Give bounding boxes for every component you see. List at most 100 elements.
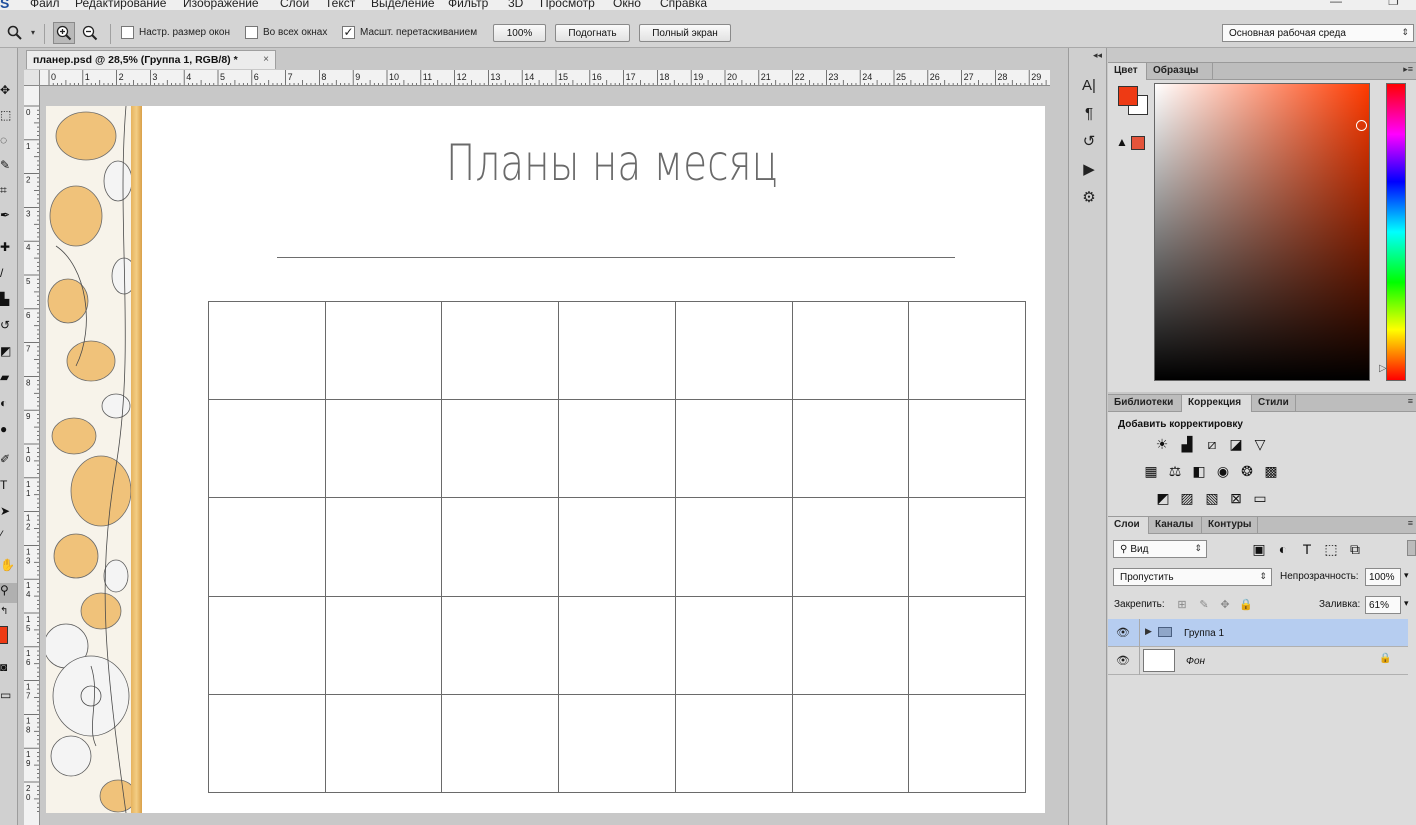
eyedropper-icon[interactable]: ✒ bbox=[0, 208, 17, 228]
channel-mixer-icon[interactable]: ❂ bbox=[1239, 463, 1255, 479]
menu-edit[interactable]: Редактирование bbox=[75, 0, 166, 10]
restore-icon[interactable]: ❐ bbox=[1388, 0, 1399, 8]
levels-icon[interactable]: ▟ bbox=[1179, 436, 1195, 452]
lasso-tool-icon[interactable]: ◌ bbox=[0, 133, 17, 153]
filter-smart-object-icon[interactable]: ⧉ bbox=[1347, 541, 1363, 557]
clone-stamp-icon[interactable]: ▙ bbox=[0, 292, 17, 312]
blur-tool-icon[interactable]: ◐ bbox=[0, 396, 17, 416]
zoom-in-icon[interactable] bbox=[53, 22, 75, 44]
menu-file[interactable]: Файл bbox=[30, 0, 60, 10]
properties-panel-icon[interactable]: ⚙ bbox=[1079, 188, 1099, 208]
color-balance-icon[interactable]: ⚖ bbox=[1167, 463, 1183, 479]
tab-layers[interactable]: Слои bbox=[1108, 517, 1149, 534]
menu-help[interactable]: Справка bbox=[660, 0, 707, 10]
menu-select[interactable]: Выделение bbox=[371, 0, 435, 10]
ruler-horizontal[interactable]: 0 1 2 3 4 5 6 7 8 9 10 11 12 13 14 15 16 17 18 19 20 21 22 23 24… bbox=[40, 70, 1050, 86]
foreground-color-swatch-panel[interactable] bbox=[1118, 86, 1138, 106]
tab-paths[interactable]: Контуры bbox=[1202, 517, 1258, 534]
crop-tool-icon[interactable]: ⌗ bbox=[0, 183, 17, 203]
gradient-map-icon[interactable]: ▭ bbox=[1252, 490, 1268, 506]
lock-transparent-icon[interactable]: ⊞ bbox=[1174, 597, 1190, 613]
hand-tool-icon[interactable]: ✋ bbox=[0, 558, 17, 578]
ruler-vertical[interactable]: 01234567891011121314151617181920 bbox=[24, 86, 40, 825]
menu-type[interactable]: Текст bbox=[325, 0, 355, 10]
tab-channels[interactable]: Каналы bbox=[1149, 517, 1202, 534]
opacity-dropdown-icon[interactable]: ▾ bbox=[1404, 570, 1409, 581]
tab-styles[interactable]: Стили bbox=[1252, 395, 1296, 412]
foreground-color-swatch[interactable] bbox=[0, 626, 8, 644]
hue-slider[interactable] bbox=[1386, 83, 1406, 381]
gradient-tool-icon[interactable]: ▰ bbox=[0, 370, 17, 390]
opacity-input[interactable]: 100% bbox=[1365, 568, 1401, 586]
layer-name[interactable]: Группа 1 bbox=[1184, 628, 1224, 639]
tab-libraries[interactable]: Библиотеки bbox=[1108, 395, 1182, 412]
visibility-eye-icon[interactable]: 👁 bbox=[1116, 626, 1130, 639]
fill-dropdown-icon[interactable]: ▾ bbox=[1404, 598, 1409, 609]
blend-mode-select[interactable]: Пропустить ⇕ bbox=[1113, 568, 1272, 586]
quick-select-icon[interactable]: ✎ bbox=[0, 158, 17, 178]
menu-view[interactable]: Просмотр bbox=[540, 0, 595, 10]
color-picker-cursor[interactable] bbox=[1356, 120, 1367, 131]
gamut-correction-swatch[interactable] bbox=[1131, 136, 1145, 150]
character-panel-icon[interactable]: A| bbox=[1079, 76, 1099, 96]
tab-adjustments[interactable]: Коррекция bbox=[1182, 395, 1252, 412]
menu-3d[interactable]: 3D bbox=[508, 0, 523, 10]
filter-pixel-icon[interactable]: ▣ bbox=[1251, 541, 1267, 557]
tab-color[interactable]: Цвет bbox=[1108, 63, 1147, 80]
workspace-select[interactable]: Основная рабочая среда ⇕ bbox=[1222, 24, 1414, 42]
invert-icon[interactable]: ◩ bbox=[1155, 490, 1171, 506]
photo-filter-icon[interactable]: ◉ bbox=[1215, 463, 1231, 479]
filter-adjustment-icon[interactable]: ◐ bbox=[1275, 541, 1291, 557]
exposure-icon[interactable]: ◪ bbox=[1228, 436, 1244, 452]
zoom-tool-preset-icon[interactable] bbox=[4, 22, 26, 44]
all-windows-checkbox[interactable]: Во всех окнах bbox=[245, 26, 327, 39]
quick-mask-icon[interactable]: ◙ bbox=[0, 660, 17, 680]
hue-slider-handle[interactable]: ▷ bbox=[1379, 363, 1387, 374]
all-windows-box[interactable] bbox=[245, 26, 258, 39]
scrubby-zoom-box[interactable]: ✓ bbox=[342, 26, 355, 39]
zoom-tool-icon[interactable]: ⚲ bbox=[0, 583, 17, 603]
dodge-tool-icon[interactable]: ● bbox=[0, 422, 17, 442]
history-panel-icon[interactable]: ↺ bbox=[1079, 132, 1099, 152]
tab-swatches[interactable]: Образцы bbox=[1147, 63, 1213, 80]
fill-input[interactable]: 61% bbox=[1365, 596, 1401, 614]
fit-screen-button[interactable]: Подогнать bbox=[555, 24, 630, 42]
menu-window[interactable]: Окно bbox=[613, 0, 641, 10]
panel-menu-icon[interactable]: ≡ bbox=[1408, 396, 1413, 406]
screen-mode-icon[interactable]: ▭ bbox=[0, 688, 17, 708]
canvas-area[interactable]: Планы на месяц bbox=[40, 86, 1065, 825]
filter-toggle-icon[interactable] bbox=[1407, 540, 1416, 556]
history-brush-icon[interactable]: ↺ bbox=[0, 318, 17, 338]
expand-group-icon[interactable]: ▶ bbox=[1145, 626, 1152, 637]
layer-row-group[interactable]: 👁 ▶ Группа 1 bbox=[1108, 619, 1408, 647]
black-white-icon[interactable]: ◧ bbox=[1191, 463, 1207, 479]
posterize-icon[interactable]: ▨ bbox=[1179, 490, 1195, 506]
actual-pixels-button[interactable]: 100% bbox=[493, 24, 546, 42]
brightness-contrast-icon[interactable]: ☀ bbox=[1154, 436, 1170, 452]
collapse-panels-icon[interactable]: ◂◂ bbox=[1093, 50, 1102, 61]
scrubby-zoom-checkbox[interactable]: ✓ Масшт. перетаскиванием bbox=[342, 26, 477, 39]
layer-filter-select[interactable]: ⚲ Вид ⇕ bbox=[1113, 540, 1207, 558]
lock-position-icon[interactable]: ✥ bbox=[1217, 597, 1233, 613]
menu-layer[interactable]: Слои bbox=[280, 0, 309, 10]
zoom-out-icon[interactable] bbox=[79, 22, 101, 44]
minimize-icon[interactable]: — bbox=[1330, 0, 1342, 8]
vibrance-icon[interactable]: ▽ bbox=[1252, 436, 1268, 452]
panel-menu-icon[interactable]: ≡ bbox=[1408, 518, 1413, 528]
ruler-origin[interactable] bbox=[24, 70, 40, 86]
filter-shape-icon[interactable]: ⬚ bbox=[1323, 541, 1339, 557]
actions-panel-icon[interactable]: ▶ bbox=[1079, 160, 1099, 180]
hue-saturation-icon[interactable]: ▦ bbox=[1143, 463, 1159, 479]
eraser-icon[interactable]: ◩ bbox=[0, 344, 17, 364]
healing-brush-icon[interactable]: ✚ bbox=[0, 240, 17, 260]
resize-windows-checkbox[interactable]: Настр. размер окон bbox=[121, 26, 230, 39]
marquee-tool-icon[interactable]: ⬚ bbox=[0, 108, 17, 128]
document-tab[interactable]: планер.psd @ 28,5% (Группа 1, RGB/8) * × bbox=[26, 50, 276, 69]
menu-image[interactable]: Изображение bbox=[183, 0, 259, 10]
fill-screen-button[interactable]: Полный экран bbox=[639, 24, 731, 42]
color-picker-field[interactable] bbox=[1154, 83, 1370, 381]
move-tool-icon[interactable]: ✥ bbox=[0, 83, 17, 103]
color-lookup-icon[interactable]: ▩ bbox=[1263, 463, 1279, 479]
document-canvas[interactable]: Планы на месяц bbox=[46, 106, 1045, 813]
curves-icon[interactable]: ⧄ bbox=[1204, 436, 1220, 452]
